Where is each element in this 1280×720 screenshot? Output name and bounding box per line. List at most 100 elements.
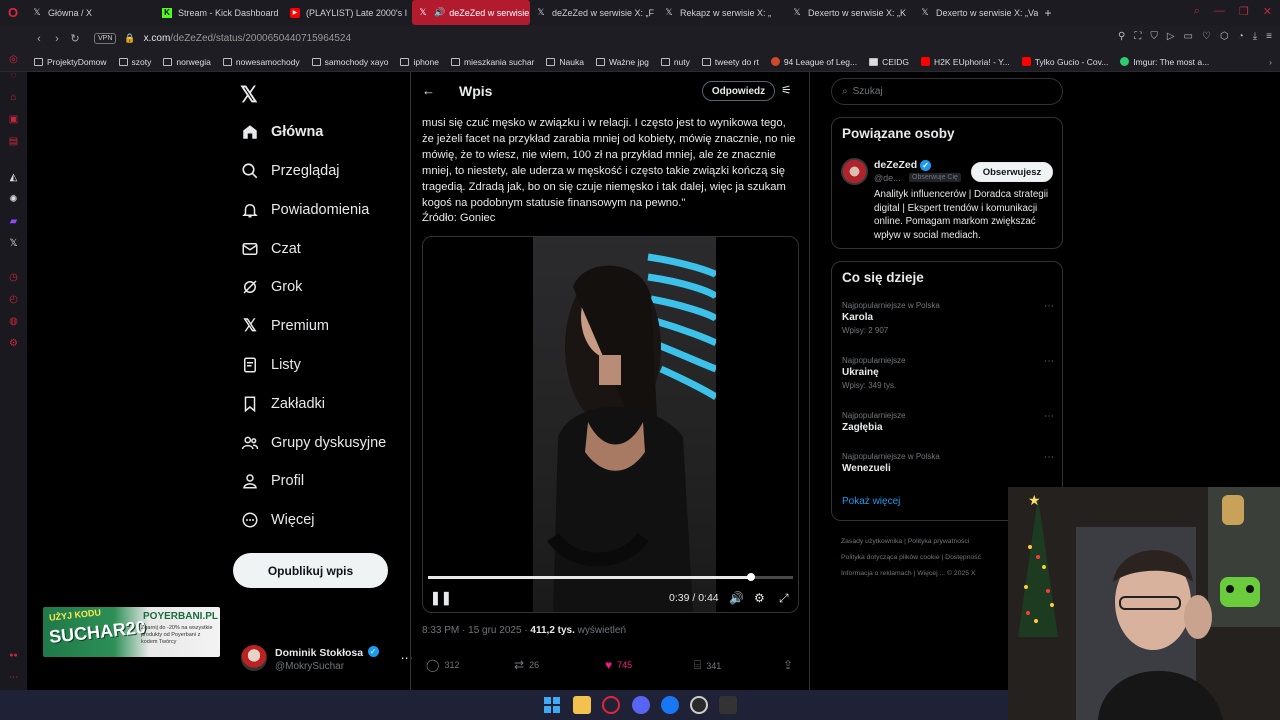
minimize-icon[interactable]: — bbox=[1214, 5, 1225, 18]
twitch-icon[interactable]: ▰ bbox=[8, 216, 19, 227]
chat-bubble-icon[interactable]: ◍ bbox=[8, 316, 19, 327]
extensions-icon[interactable]: ⬡ bbox=[1220, 31, 1229, 42]
like-action[interactable]: ♥ 745 bbox=[605, 658, 632, 672]
browser-tab[interactable]: K Stream - Kick Dashboard bbox=[156, 0, 284, 25]
bookmark-folder[interactable]: iphone bbox=[400, 57, 439, 67]
steam-icon[interactable] bbox=[690, 696, 708, 714]
related-name[interactable]: deZeZed ✓ bbox=[874, 159, 932, 171]
download-icon[interactable]: ⤓ bbox=[1253, 31, 1257, 42]
bag-icon[interactable]: ⌂ bbox=[8, 92, 19, 103]
post-button[interactable]: Opublikuj wpis bbox=[233, 553, 388, 588]
nav-item-grok[interactable]: Grok bbox=[241, 272, 302, 302]
clock-icon[interactable]: ◴ bbox=[8, 294, 19, 305]
browser-tab[interactable]: ▶ (PLAYLIST) Late 2000's I bbox=[284, 0, 412, 25]
bookmark-link[interactable]: H2K EUphoria! - Y... bbox=[921, 57, 1010, 67]
more-icon[interactable]: ⋯ bbox=[1044, 452, 1054, 463]
browser-tab[interactable]: 𝕏deZeZed w serwisie X: „F bbox=[530, 0, 658, 25]
reply-action[interactable]: ◯ 312 bbox=[426, 658, 459, 672]
bookmark-folder[interactable]: norwegia bbox=[163, 57, 211, 67]
shield-icon[interactable]: ⛉ bbox=[1150, 31, 1158, 42]
following-button[interactable]: Obserwujesz bbox=[971, 162, 1053, 182]
bookmark-folder[interactable]: szoty bbox=[118, 57, 151, 67]
bookmark-folder[interactable]: Ważne jpg bbox=[595, 57, 649, 67]
bookmark-action[interactable]: ⌸ 341 bbox=[694, 658, 721, 673]
bookmark-folder[interactable]: nuty bbox=[660, 57, 690, 67]
bookmark-folder[interactable]: tweety do rt bbox=[701, 57, 759, 67]
x-sidebar-icon[interactable]: 𝕏 bbox=[8, 238, 19, 249]
browser-tab[interactable]: 𝕏 Główna / X bbox=[26, 0, 156, 25]
messenger-icon[interactable]: ▣ bbox=[8, 114, 19, 125]
more-icon[interactable]: ⋯ bbox=[8, 672, 19, 683]
browser-tab[interactable]: 𝕏 Dexerto w serwisie X: „Va bbox=[914, 0, 1038, 25]
windows-start-icon[interactable] bbox=[543, 696, 561, 714]
chevron-right-icon[interactable]: › bbox=[1269, 57, 1272, 67]
nav-item-home[interactable]: Główna bbox=[241, 117, 323, 147]
bookmark-link[interactable]: Tylko Gucio - Cov... bbox=[1021, 57, 1108, 67]
reload-icon[interactable]: ↻ bbox=[66, 32, 84, 45]
speaker-icon[interactable]: 🔊 bbox=[434, 7, 445, 18]
bookmark-link[interactable]: CEIDG bbox=[869, 57, 909, 67]
bookmark-folder[interactable]: samochody xayo bbox=[311, 57, 388, 67]
terminal-icon[interactable] bbox=[719, 696, 737, 714]
bookmark-link[interactable]: 94 League of Leg... bbox=[770, 57, 857, 67]
repost-action[interactable]: ⇄ 26 bbox=[514, 658, 539, 672]
nav-item-chat[interactable]: Czat bbox=[241, 234, 301, 264]
history-icon[interactable]: ◷ bbox=[8, 272, 19, 283]
opera-menu-icon[interactable]: O bbox=[0, 0, 26, 25]
settings-icon[interactable]: ⚙ bbox=[8, 338, 19, 349]
nav-item-notifications[interactable]: Powiadomienia bbox=[241, 195, 369, 225]
nav-item-bookmarks[interactable]: Zakładki bbox=[241, 389, 325, 419]
nav-item-explore[interactable]: Przeglądaj bbox=[241, 156, 340, 186]
nav-item-lists[interactable]: Listy bbox=[241, 350, 301, 380]
settings-icon[interactable]: ⚙ bbox=[754, 591, 765, 605]
sidebar-dots-icon[interactable]: ●● bbox=[8, 650, 19, 661]
facebook-icon[interactable] bbox=[661, 696, 679, 714]
play-icon[interactable]: ▷ bbox=[1167, 31, 1175, 42]
close-window-icon[interactable]: ✕ bbox=[1263, 5, 1272, 18]
avatar[interactable] bbox=[841, 158, 868, 185]
aria-icon[interactable]: ◌ bbox=[8, 70, 19, 81]
snapshot-icon[interactable]: ⛶ bbox=[1134, 31, 1141, 42]
video-progress-bar[interactable] bbox=[428, 573, 793, 581]
bookmark-folder[interactable]: nowesamochody bbox=[222, 57, 300, 67]
more-icon[interactable]: ⋯ bbox=[1044, 356, 1054, 367]
player-icon[interactable]: ▤ bbox=[8, 136, 19, 147]
pause-icon[interactable]: ❚❚ bbox=[430, 590, 452, 606]
nav-item-premium[interactable]: 𝕏 Premium bbox=[241, 311, 329, 341]
bookmark-folder[interactable]: Nauka bbox=[546, 57, 584, 67]
volume-icon[interactable]: 🔊 bbox=[729, 591, 744, 605]
trend-item[interactable]: Najpopularniejsze w Polska Karola Wpisy:… bbox=[842, 301, 1054, 335]
video-frame[interactable] bbox=[533, 237, 716, 612]
browser-tab-active[interactable]: 𝕏🔊deZeZed w serwisie✕ bbox=[412, 0, 530, 25]
account-switcher[interactable]: Dominik Stokłosa ✓ @MokrySuchar ⋯ bbox=[241, 643, 413, 672]
wallet-icon[interactable]: ▭ bbox=[1184, 31, 1193, 42]
chatgpt-icon[interactable]: ✺ bbox=[8, 194, 19, 205]
bookmark-folder[interactable]: mieszkania suchar bbox=[451, 57, 534, 67]
nav-item-profile[interactable]: Profil bbox=[241, 466, 304, 496]
browser-tab[interactable]: 𝕏 Dexerto w serwisie X: „K bbox=[786, 0, 914, 25]
kick-sidebar-icon[interactable]: ◭ bbox=[8, 172, 19, 183]
opera-icon[interactable] bbox=[602, 696, 620, 714]
pin-icon[interactable]: ⚲ bbox=[1118, 31, 1125, 42]
file-explorer-icon[interactable] bbox=[573, 696, 591, 714]
back-icon[interactable]: ‹ bbox=[30, 33, 48, 45]
maximize-icon[interactable]: ❐ bbox=[1239, 5, 1249, 18]
trend-item[interactable]: Najpopularniejsze Zagłębia ⋯ bbox=[842, 411, 1054, 433]
x-logo-icon[interactable]: 𝕏 bbox=[240, 82, 258, 108]
forward-icon[interactable]: › bbox=[48, 33, 66, 45]
nav-item-communities[interactable]: Grupy dyskusyjne bbox=[241, 428, 386, 458]
bookmark-link[interactable]: Imgur: The most a... bbox=[1120, 57, 1209, 67]
new-tab-button[interactable]: + bbox=[1038, 0, 1058, 25]
vpn-badge[interactable]: VPN bbox=[94, 33, 117, 44]
search-input[interactable]: ⌕ Szukaj bbox=[831, 78, 1063, 105]
more-icon[interactable]: ⋯ bbox=[1044, 301, 1054, 312]
browser-tab[interactable]: 𝕏 Rekapz w serwisie X: „ bbox=[658, 0, 786, 25]
search-tabs-icon[interactable]: ⌕ bbox=[1194, 5, 1200, 18]
tune-icon[interactable]: ⚟ bbox=[781, 83, 792, 97]
menu-icon[interactable]: ≡ bbox=[1266, 31, 1272, 42]
more-icon[interactable]: ⋯ bbox=[1044, 411, 1054, 422]
nav-item-more[interactable]: Więcej bbox=[241, 505, 315, 535]
share-action[interactable]: ⇪ bbox=[783, 658, 798, 672]
back-arrow-icon[interactable]: ← bbox=[422, 83, 435, 98]
reply-button[interactable]: Odpowiedz bbox=[702, 81, 775, 101]
